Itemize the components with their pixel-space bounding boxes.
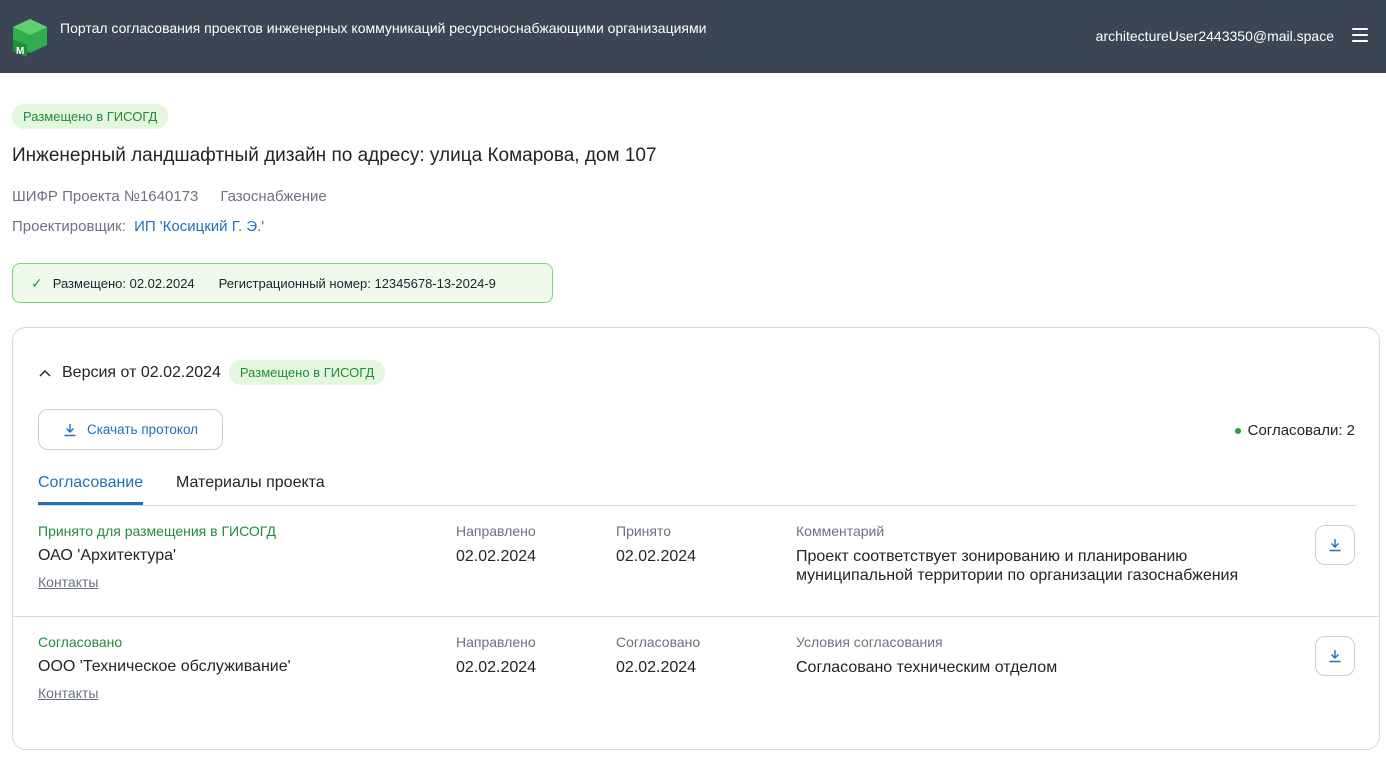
portal-title: Портал согласования проектов инженерных … bbox=[60, 20, 707, 36]
status-badge: Размещено в ГИСОГД bbox=[12, 104, 169, 129]
svg-text:М: М bbox=[16, 46, 24, 57]
version-card: Версия от 02.02.2024 Размещено в ГИСОГД … bbox=[12, 327, 1380, 750]
approved-count: Согласовали: 2 bbox=[1234, 422, 1355, 439]
approval-row: Принято для размещения в ГИСОГД ОАО 'Арх… bbox=[13, 506, 1379, 617]
version-status-badge: Размещено в ГИСОГД bbox=[228, 360, 386, 385]
sent-date: 02.02.2024 bbox=[456, 659, 537, 676]
contacts-link[interactable]: Контакты bbox=[38, 685, 98, 701]
approved-count-label: Согласовали: 2 bbox=[1247, 422, 1355, 439]
approved-label: Согласовано bbox=[616, 634, 701, 650]
organization-name: ООО 'Техническое обслуживание' bbox=[38, 658, 291, 675]
download-protocol-button[interactable]: Скачать протокол bbox=[38, 409, 223, 450]
organization-name: ОАО 'Архитектура' bbox=[38, 547, 177, 564]
placement-status-box: ✓ Размещено: 02.02.2024 Регистрационный … bbox=[12, 263, 553, 303]
row-download-button[interactable] bbox=[1315, 636, 1355, 676]
conditions-label: Условия согласования bbox=[796, 634, 943, 650]
download-icon bbox=[1329, 539, 1341, 552]
placed-date: Размещено: 02.02.2024 bbox=[52, 275, 195, 291]
logo-icon[interactable]: М bbox=[11, 17, 49, 57]
project-meta: ШИФР Проекта №1640173 Газоснабжение bbox=[12, 188, 327, 205]
project-category: Газоснабжение bbox=[220, 188, 327, 205]
approval-row: Согласовано ООО 'Техническое обслуживани… bbox=[13, 617, 1379, 728]
app-header: М Портал согласования проектов инженерны… bbox=[0, 0, 1386, 73]
user-email[interactable]: architectureUser2443350@mail.space bbox=[1096, 28, 1334, 44]
sent-label: Направлено bbox=[456, 523, 536, 539]
accepted-label: Принято bbox=[616, 523, 672, 539]
comment-text: Проект соответствует зонированию и плани… bbox=[796, 548, 1239, 584]
check-icon: ✓ bbox=[31, 274, 43, 291]
tab-bar: Согласование Материалы проекта bbox=[38, 474, 1356, 506]
page-title: Инженерный ландшафтный дизайн по адресу:… bbox=[12, 145, 657, 166]
contacts-link[interactable]: Контакты bbox=[38, 574, 98, 590]
chevron-up-icon[interactable] bbox=[38, 366, 52, 380]
version-header: Версия от 02.02.2024 Размещено в ГИСОГД bbox=[38, 360, 386, 385]
version-label: Версия от 02.02.2024 bbox=[62, 363, 221, 381]
conditions-text: Согласовано техническим отделом bbox=[796, 659, 1058, 676]
sent-label: Направлено bbox=[456, 634, 536, 650]
tab-project-materials[interactable]: Материалы проекта bbox=[176, 474, 325, 502]
designer-link[interactable]: ИП 'Косицкий Г. Э.' bbox=[134, 218, 264, 235]
designer-label: Проектировщик: bbox=[12, 218, 126, 235]
hamburger-menu-icon[interactable] bbox=[1352, 28, 1368, 44]
approval-status: Согласовано bbox=[38, 634, 123, 650]
accepted-date: 02.02.2024 bbox=[616, 548, 697, 565]
designer-row: Проектировщик: ИП 'Косицкий Г. Э.' bbox=[12, 218, 264, 235]
download-icon bbox=[64, 423, 76, 436]
tab-approval[interactable]: Согласование bbox=[38, 474, 144, 505]
sent-date: 02.02.2024 bbox=[456, 548, 537, 565]
download-protocol-label: Скачать протокол bbox=[86, 422, 199, 437]
project-code: ШИФР Проекта №1640173 bbox=[12, 188, 199, 205]
comment-label: Комментарий bbox=[796, 523, 885, 539]
status-dot-icon bbox=[1234, 427, 1241, 434]
approval-status: Принято для размещения в ГИСОГД bbox=[38, 523, 276, 539]
approved-date: 02.02.2024 bbox=[616, 659, 697, 676]
download-icon bbox=[1329, 650, 1341, 663]
row-download-button[interactable] bbox=[1315, 525, 1355, 565]
registration-number: Регистрационный номер: 12345678-13-2024-… bbox=[218, 275, 496, 291]
